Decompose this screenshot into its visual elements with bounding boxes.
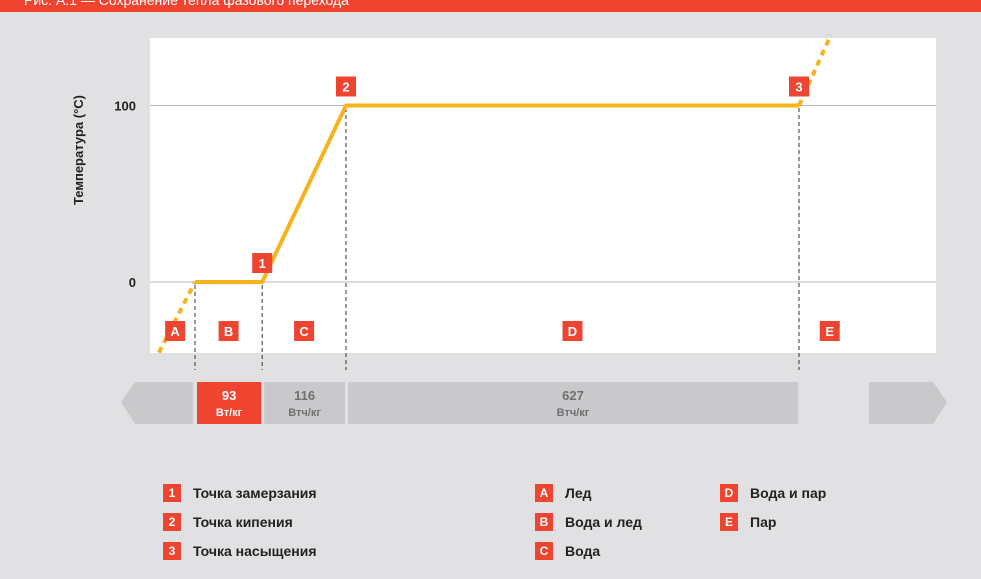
region-label-B: B [224,324,233,339]
legend-text: Пар [750,514,777,530]
energy-value: 116 [294,388,315,403]
legend-badge: 3 [163,542,181,560]
y-tick-100: 100 [114,99,136,114]
point-label-3: 3 [795,80,802,95]
point-label-2: 2 [342,80,349,95]
legend-text: Вода и пар [750,485,827,501]
region-label-A: A [170,324,180,339]
legend-text: Вода и лед [565,514,642,530]
energy-unit: Вт/кг [216,407,243,419]
legend-badge: D [720,484,738,502]
region-label-E: E [825,324,834,339]
energy-bar-left-arrow [121,382,193,424]
legend-text: Точка кипения [193,514,293,530]
point-label-1: 1 [259,256,266,271]
plot-area [150,38,936,353]
energy-unit: Втч/кг [288,407,321,419]
legend-badge: E [720,513,738,531]
legend-badge: A [535,484,553,502]
legend-item-1: 1 Точка замерзания [163,484,317,502]
energy-value: 627 [562,388,584,403]
legend-item-3: 3 Точка насыщения [163,542,317,560]
legend-item-E: E Пар [720,513,776,531]
legend-text: Точка замерзания [193,485,317,501]
phase-change-chart: 0 100 93 Вт/кг 116 Втч/кг 627 Втч/кг 1 2 3 A B C D E… [71,34,947,424]
legend-item-D: D Вода и пар [720,484,826,502]
y-tick-0: 0 [129,275,136,290]
y-axis-label: Температура (°C) [71,95,86,205]
legend-item-B: B Вода и лед [535,513,642,531]
legend-item-A: A Лед [535,484,592,502]
legend-badge: B [535,513,553,531]
legend-text: Вода [565,543,601,559]
legend-text: Точка насыщения [193,543,317,559]
energy-bar-right-arrow [869,382,947,424]
region-label-C: C [299,324,309,339]
legend-text: Лед [565,485,592,501]
region-label-D: D [568,324,577,339]
energy-value: 93 [222,388,236,403]
legend-badge: 2 [163,513,181,531]
legend-badge: C [535,542,553,560]
legend-item-2: 2 Точка кипения [163,513,293,531]
legend-badge: 1 [163,484,181,502]
energy-unit: Втч/кг [557,407,590,419]
legend-item-C: C Вода [535,542,600,560]
